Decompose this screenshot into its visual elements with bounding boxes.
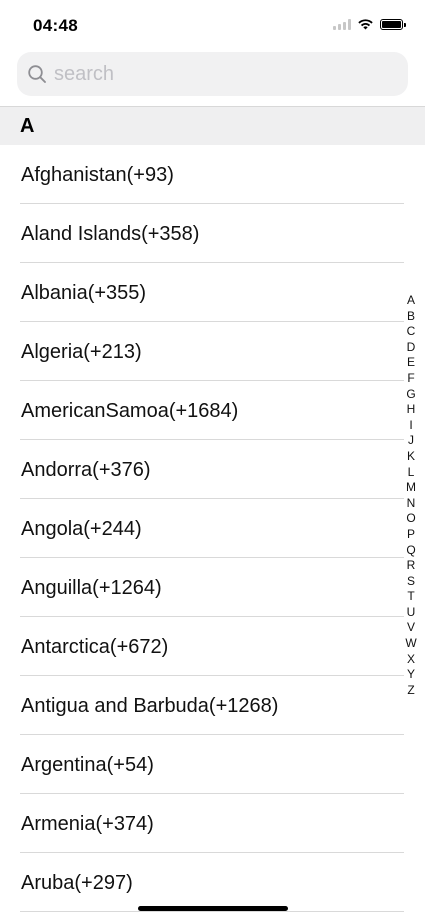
search-input[interactable] [54, 58, 384, 90]
country-label: Antigua and Barbuda(+1268) [21, 695, 279, 717]
country-list-item[interactable]: Aruba(+297) [0, 853, 425, 912]
index-letter-s[interactable]: S [407, 574, 415, 590]
index-letter-r[interactable]: R [407, 558, 416, 574]
country-list-item[interactable]: Antigua and Barbuda(+1268) [0, 676, 425, 735]
country-label: Anguilla(+1264) [21, 577, 162, 599]
country-label: Albania(+355) [21, 282, 147, 304]
wifi-icon [358, 19, 373, 30]
index-letter-h[interactable]: H [407, 402, 416, 418]
status-icons [333, 18, 406, 30]
index-letter-c[interactable]: C [407, 324, 416, 340]
country-label: Aruba(+297) [21, 872, 133, 894]
index-letter-p[interactable]: P [407, 527, 415, 543]
country-label: Armenia(+374) [21, 813, 154, 835]
status-bar: 04:48 [0, 0, 425, 50]
index-letter-b[interactable]: B [407, 309, 415, 325]
section-header-title: A [20, 115, 35, 137]
index-letter-v[interactable]: V [407, 620, 415, 636]
section-header: A [0, 107, 425, 145]
country-list-item[interactable]: Armenia(+374) [0, 794, 425, 853]
country-label: Angola(+244) [21, 518, 142, 540]
index-letter-l[interactable]: L [408, 465, 415, 481]
index-letter-t[interactable]: T [407, 589, 414, 605]
country-label: Antarctica(+672) [21, 636, 169, 658]
index-letter-q[interactable]: Q [406, 543, 415, 559]
country-list-item[interactable]: Aland Islands(+358) [0, 204, 425, 263]
country-list-item[interactable]: Algeria(+213) [0, 322, 425, 381]
index-letter-f[interactable]: F [407, 371, 414, 387]
index-letter-w[interactable]: W [405, 636, 416, 652]
index-letter-d[interactable]: D [407, 340, 416, 356]
index-letter-g[interactable]: G [406, 387, 415, 403]
index-letter-e[interactable]: E [407, 355, 415, 371]
index-letter-o[interactable]: O [406, 511, 415, 527]
index-letter-x[interactable]: X [407, 652, 415, 668]
index-letter-n[interactable]: N [407, 496, 416, 512]
index-letter-k[interactable]: K [407, 449, 415, 465]
country-list-item[interactable]: Antarctica(+672) [0, 617, 425, 676]
search-bar[interactable] [17, 52, 408, 96]
country-list-item[interactable]: Albania(+355) [0, 263, 425, 322]
country-list-item[interactable]: Andorra(+376) [0, 440, 425, 499]
index-letter-u[interactable]: U [407, 605, 416, 621]
country-list-item[interactable]: Anguilla(+1264) [0, 558, 425, 617]
country-list: Afghanistan(+93) Aland Islands(+358) Alb… [0, 145, 425, 912]
country-label: AmericanSamoa(+1684) [21, 400, 239, 422]
index-letter-j[interactable]: J [408, 433, 414, 449]
status-time: 04:48 [33, 16, 78, 35]
signal-icon [333, 18, 351, 30]
index-letter-m[interactable]: M [406, 480, 416, 496]
home-indicator[interactable] [138, 906, 288, 911]
country-list-item[interactable]: AmericanSamoa(+1684) [0, 381, 425, 440]
index-letter-z[interactable]: Z [407, 683, 414, 699]
index-letter-y[interactable]: Y [407, 667, 415, 683]
index-letter-a[interactable]: A [407, 293, 415, 309]
country-label: Aland Islands(+358) [21, 223, 200, 245]
country-list-item[interactable]: Argentina(+54) [0, 735, 425, 794]
country-list-item[interactable]: Angola(+244) [0, 499, 425, 558]
index-letter-i[interactable]: I [409, 418, 412, 434]
country-label: Andorra(+376) [21, 459, 151, 481]
search-icon [26, 63, 48, 85]
country-label: Afghanistan(+93) [21, 164, 174, 186]
alphabet-index-bar[interactable]: A B C D E F G H I J K L M N O P Q R S T … [405, 293, 417, 698]
country-label: Argentina(+54) [21, 754, 154, 776]
battery-icon [380, 18, 406, 30]
country-list-item[interactable]: Afghanistan(+93) [0, 145, 425, 204]
country-label: Algeria(+213) [21, 341, 142, 363]
